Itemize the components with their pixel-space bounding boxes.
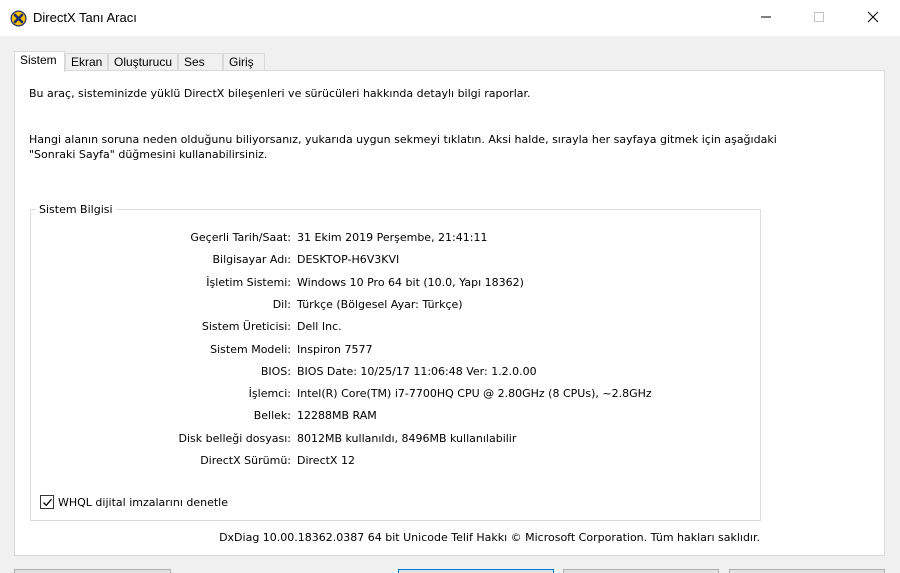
info-label: Disk belleği dosyası: (178, 432, 291, 445)
save-all-info-button[interactable] (563, 569, 719, 573)
info-row-memory: Bellek: 12288MB RAM (31, 409, 731, 423)
info-label: İşletim Sistemi: (206, 276, 291, 289)
info-row-processor: İşlemci: Intel(R) Core(TM) i7-7700HQ CPU… (31, 387, 731, 401)
info-label: Sistem Modeli: (210, 343, 291, 356)
tab-sistem[interactable]: Sistem (14, 51, 65, 72)
minimize-icon (761, 16, 771, 18)
info-value: 31 Ekim 2019 Perşembe, 21:41:11 (297, 231, 488, 244)
group-label: Sistem Bilgisi (36, 203, 116, 216)
help-button[interactable] (14, 569, 171, 573)
hint-text: Hangi alanın soruna neden olduğunu biliy… (29, 132, 789, 162)
whql-checkbox[interactable] (40, 495, 54, 509)
info-value: Türkçe (Bölgesel Ayar: Türkçe) (297, 298, 463, 311)
info-value: Dell Inc. (297, 320, 342, 333)
copyright-footer: DxDiag 10.00.18362.0387 64 bit Unicode T… (219, 531, 760, 544)
info-row-os: İşletim Sistemi: Windows 10 Pro 64 bit (… (31, 276, 731, 290)
info-row-manufacturer: Sistem Üreticisi: Dell Inc. (31, 320, 731, 334)
info-value: 12288MB RAM (297, 409, 377, 422)
window-title: DirectX Tanı Aracı (33, 10, 137, 25)
info-label: DirectX Sürümü: (200, 454, 291, 467)
info-row-directx-version: DirectX Sürümü: DirectX 12 (31, 454, 731, 468)
info-row-language: Dil: Türkçe (Bölgesel Ayar: Türkçe) (31, 298, 731, 312)
maximize-icon (814, 12, 824, 22)
info-value: 8012MB kullanıldı, 8496MB kullanılabilir (297, 432, 517, 445)
system-info-group: Sistem Bilgisi Geçerli Tarih/Saat: 31 Ek… (30, 203, 761, 521)
tab-panel-sistem: Bu araç, sisteminizde yüklü DirectX bile… (14, 70, 885, 556)
info-value: Windows 10 Pro 64 bit (10.0, Yapı 18362) (297, 276, 524, 289)
info-row-model: Sistem Modeli: Inspiron 7577 (31, 343, 731, 357)
minimize-button[interactable] (743, 0, 789, 34)
hint-line-2: "Sonraki Sayfa" düğmesini kullanabilirsi… (29, 148, 268, 161)
checkmark-icon (42, 498, 52, 506)
whql-checkbox-label: WHQL dijital imzalarını denetle (58, 495, 229, 509)
info-value: DESKTOP-H6V3KVI (297, 253, 400, 266)
maximize-button[interactable] (796, 0, 842, 34)
whql-checkbox-row[interactable]: WHQL dijital imzalarını denetle (40, 494, 228, 510)
tab-olusturucu[interactable]: Oluşturucu (108, 53, 178, 71)
info-row-datetime: Geçerli Tarih/Saat: 31 Ekim 2019 Perşemb… (31, 231, 731, 245)
title-bar: DirectX Tanı Aracı (0, 0, 900, 36)
close-button[interactable] (850, 0, 896, 34)
next-page-button[interactable] (398, 569, 554, 573)
intro-text: Bu araç, sisteminizde yüklü DirectX bile… (29, 87, 531, 100)
tab-ekran[interactable]: Ekran (65, 53, 108, 71)
directx-icon (10, 10, 27, 27)
exit-button[interactable] (729, 569, 885, 573)
info-label: Dil: (272, 298, 291, 311)
info-label: İşlemci: (248, 387, 291, 400)
info-value: Intel(R) Core(TM) i7-7700HQ CPU @ 2.80GH… (297, 387, 652, 400)
hint-line-1: Hangi alanın soruna neden olduğunu biliy… (29, 133, 777, 146)
info-row-computer-name: Bilgisayar Adı: DESKTOP-H6V3KVI (31, 253, 731, 267)
tab-giris[interactable]: Giriş (223, 53, 265, 71)
info-value: BIOS Date: 10/25/17 11:06:48 Ver: 1.2.0.… (297, 365, 537, 378)
info-label: Bilgisayar Adı: (212, 253, 291, 266)
tab-ses[interactable]: Ses (178, 53, 223, 71)
info-label: Geçerli Tarih/Saat: (190, 231, 291, 244)
close-icon (867, 11, 879, 23)
info-row-page-file: Disk belleği dosyası: 8012MB kullanıldı,… (31, 432, 731, 446)
info-row-bios: BIOS: BIOS Date: 10/25/17 11:06:48 Ver: … (31, 365, 731, 379)
info-label: Sistem Üreticisi: (201, 320, 291, 333)
info-value: DirectX 12 (297, 454, 355, 467)
info-label: BIOS: (260, 365, 291, 378)
info-label: Bellek: (253, 409, 291, 422)
info-value: Inspiron 7577 (297, 343, 373, 356)
